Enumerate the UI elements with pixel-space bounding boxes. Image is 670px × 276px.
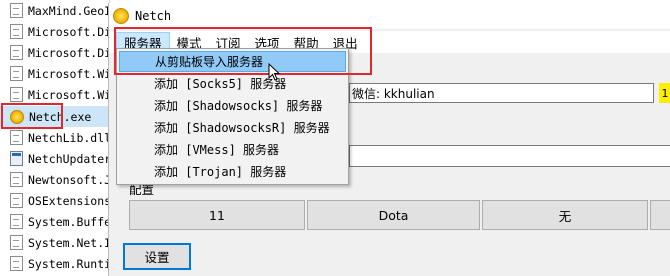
file-row[interactable]: Microsoft.Diag: [0, 21, 110, 42]
yellow-indicator: 1: [659, 83, 670, 103]
file-row[interactable]: Newtonsoft.Js: [0, 169, 110, 190]
wechat-label: 微信: kkhulian: [352, 86, 435, 101]
config-button-mode[interactable]: Dota: [307, 200, 480, 230]
file-icon: [10, 235, 23, 250]
config-button-extra[interactable]: [650, 200, 670, 230]
file-name: OSExtensions.: [28, 193, 110, 208]
file-icon: [10, 172, 23, 187]
menu-item-label: 添加 [VMess] 服务器: [154, 143, 280, 157]
wechat-field[interactable]: 微信: kkhulian: [349, 83, 654, 103]
menu-item-label: 添加 [ShadowsocksR] 服务器: [154, 121, 330, 135]
file-name: Microsoft.Diag: [28, 24, 110, 39]
file-name: System.Buffer: [28, 214, 110, 229]
menu-item-add-shadowsocksr[interactable]: 添加 [ShadowsocksR] 服务器: [119, 117, 346, 138]
file-row[interactable]: Microsoft.Diag: [0, 42, 110, 63]
file-name: Newtonsoft.Js: [28, 172, 110, 187]
file-row[interactable]: OSExtensions.: [0, 190, 110, 211]
title-bar: Netch: [109, 3, 670, 29]
menu-item-label: 添加 [Trojan] 服务器: [154, 165, 287, 179]
file-icon: [10, 3, 23, 18]
file-name: NetchLib.dll: [28, 130, 110, 145]
file-row[interactable]: NetchUpdater.: [0, 148, 110, 169]
file-icon: [10, 24, 23, 39]
menu-item-label: 添加 [Shadowsocks] 服务器: [154, 99, 323, 113]
file-name: Microsoft.Win: [28, 66, 110, 81]
file-row[interactable]: NetchLib.dll: [0, 127, 110, 148]
file-icon: [10, 214, 23, 229]
file-name: System.Net.IP: [28, 235, 110, 250]
mouse-cursor-icon: [268, 63, 281, 81]
menu-item-label: 添加 [Socks5] 服务器: [154, 77, 287, 91]
file-row[interactable]: System.Runtim: [0, 253, 110, 274]
window-app-icon: [10, 151, 23, 166]
server-field[interactable]: [349, 145, 670, 167]
config-button-server[interactable]: 11: [129, 200, 305, 230]
config-button-profile[interactable]: 无: [482, 200, 648, 230]
menu-item-add-shadowsocks[interactable]: 添加 [Shadowsocks] 服务器: [119, 95, 346, 116]
file-icon: [10, 130, 23, 145]
window-title: Netch: [135, 9, 172, 23]
file-icon: [10, 87, 23, 102]
file-name: NetchUpdater.: [28, 151, 110, 166]
file-row[interactable]: MaxMind.GeoIP: [0, 0, 110, 21]
file-icon: [10, 256, 23, 271]
file-row[interactable]: System.Buffer: [0, 211, 110, 232]
menu-item-add-trojan[interactable]: 添加 [Trojan] 服务器: [119, 161, 346, 182]
file-row[interactable]: System.Net.IP: [0, 232, 110, 253]
netch-app-icon: [113, 8, 129, 24]
file-name: Microsoft.Diag: [28, 45, 110, 60]
menu-item-add-vmess[interactable]: 添加 [VMess] 服务器: [119, 139, 346, 160]
annotation-box-netch-exe: [1, 103, 63, 129]
file-row[interactable]: Microsoft.Win: [0, 63, 110, 84]
annotation-box-menu: [114, 27, 372, 75]
settings-button[interactable]: 设置: [123, 243, 191, 270]
file-list: MaxMind.GeoIP Microsoft.Diag Microsoft.D…: [0, 0, 110, 276]
file-name: System.Runtim: [28, 256, 110, 271]
file-row[interactable]: Microsoft.Win: [0, 84, 110, 105]
file-icon: [10, 66, 23, 81]
menu-item-add-socks5[interactable]: 添加 [Socks5] 服务器: [119, 73, 346, 94]
file-icon: [10, 45, 23, 60]
file-icon: [10, 193, 23, 208]
file-name: Microsoft.Win: [28, 87, 110, 102]
file-name: MaxMind.GeoIP: [28, 3, 110, 18]
